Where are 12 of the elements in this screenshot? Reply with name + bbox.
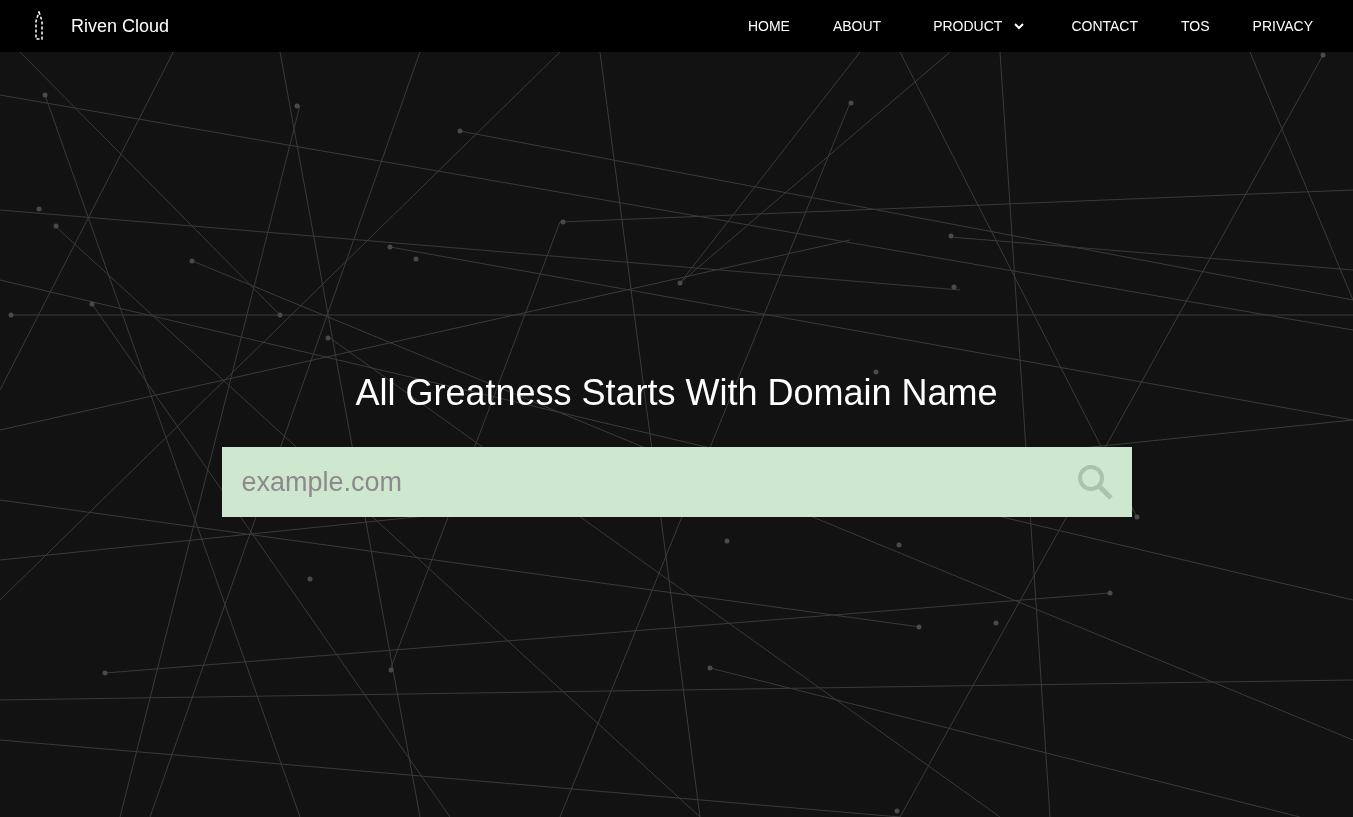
nav-link[interactable]: CONTACT — [1071, 18, 1139, 34]
nav-link[interactable]: TOS — [1181, 18, 1210, 34]
chevron-down-icon — [1014, 22, 1025, 30]
rocket-logo-icon — [34, 11, 44, 41]
brand-name[interactable]: Riven Cloud — [71, 15, 170, 37]
nav-link[interactable]: ABOUT — [832, 18, 882, 34]
search-icon[interactable] — [1075, 463, 1114, 501]
nav-link[interactable]: PRIVACY — [1252, 18, 1313, 34]
nav-link[interactable]: PRODUCT — [933, 18, 1025, 34]
domain-search-field[interactable]: example.com — [221, 447, 1132, 517]
nav-link[interactable]: HOME — [747, 18, 790, 34]
hero-title: All Greatness Starts With Domain Name — [355, 372, 998, 414]
